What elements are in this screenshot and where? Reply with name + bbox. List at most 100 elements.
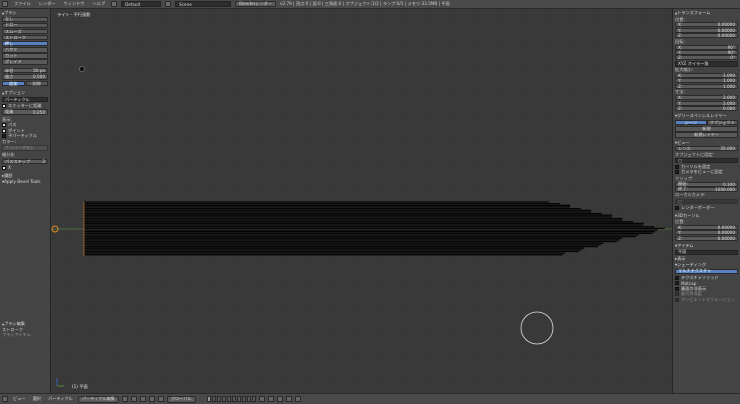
shading-panel-title[interactable]: シェーディング bbox=[675, 262, 738, 268]
grease-new-button[interactable]: 新規 bbox=[675, 126, 738, 132]
cursor-location-field[interactable]: Z: 0.00000 bbox=[675, 235, 738, 241]
rotation-field[interactable]: X: 90° bbox=[675, 44, 738, 50]
brush-item[interactable]: 押し bbox=[2, 41, 48, 47]
snap-icon[interactable] bbox=[258, 396, 265, 402]
cursor-location-field[interactable]: X: 0.00000 bbox=[675, 224, 738, 230]
local-camera-select[interactable]: ▢ bbox=[675, 198, 738, 205]
distance-field[interactable]: 距離 0.250 bbox=[2, 109, 48, 115]
item-name-field[interactable]: 平面 bbox=[675, 249, 738, 255]
scale-axis: X: bbox=[678, 73, 683, 79]
select-mode-path-icon[interactable] bbox=[267, 396, 274, 402]
menu-particle[interactable]: パーティクル bbox=[46, 396, 75, 402]
emitter-distance-checkbox[interactable]: エミッターに距離 bbox=[2, 103, 48, 109]
dimensions-field[interactable]: X: 2.000 bbox=[675, 95, 738, 101]
bevel-tools-panel-title[interactable]: Apply Bevel Tools bbox=[2, 179, 48, 185]
layer-button[interactable] bbox=[216, 396, 221, 402]
render-border-checkbox[interactable]: レンダーボーダー bbox=[675, 205, 738, 211]
shading-checkbox[interactable]: アンビエントオクルージョン bbox=[675, 297, 738, 303]
menu-view[interactable]: ビュー bbox=[11, 396, 28, 402]
radius-field[interactable]: 半径 50 px bbox=[2, 68, 48, 74]
location-field[interactable]: Z: 0.00000 bbox=[675, 33, 738, 39]
brush-item[interactable]: ハサミ bbox=[2, 47, 48, 53]
subtract-button[interactable]: 削除 bbox=[25, 81, 48, 87]
options-panel-title[interactable]: オプション bbox=[2, 90, 48, 96]
add-button[interactable]: 追加 bbox=[2, 81, 25, 87]
rotation-field[interactable]: Z: 0° bbox=[675, 55, 738, 61]
object-icon: ▢ bbox=[678, 158, 682, 164]
shading-icon[interactable] bbox=[121, 396, 128, 402]
rotation-field[interactable]: Y: 90° bbox=[675, 49, 738, 55]
translate-icon[interactable] bbox=[148, 396, 155, 402]
rotate-icon[interactable] bbox=[157, 396, 164, 402]
orientation-select[interactable]: グローバル bbox=[166, 395, 196, 403]
render-engine-select[interactable]: Blenderレンダー bbox=[235, 1, 277, 7]
scale-label: 拡大縮小: bbox=[675, 67, 694, 73]
layer-buttons bbox=[206, 396, 256, 402]
options-mode-select[interactable]: パーティクル bbox=[2, 97, 48, 103]
dimensions-field[interactable]: Z: 0.000 bbox=[675, 105, 738, 111]
object-source-button[interactable]: オブジェクト bbox=[706, 120, 738, 126]
brush-item[interactable]: スムーズ bbox=[2, 29, 48, 35]
layer-button[interactable] bbox=[251, 396, 256, 402]
cursor-location-field[interactable]: Y: 0.00000 bbox=[675, 230, 738, 236]
menu-file[interactable]: ファイル bbox=[12, 1, 33, 7]
3d-cursor-panel-title[interactable]: 3Dカーソル bbox=[675, 213, 738, 219]
grease-pencil-panel-title[interactable]: グリースペンシルレイヤー bbox=[675, 113, 738, 119]
layer-button[interactable] bbox=[241, 396, 246, 402]
render-border-label: レンダーボーダー bbox=[681, 204, 715, 210]
clip-end-field[interactable]: 終了: 1000.000 bbox=[675, 186, 738, 192]
scale-field[interactable]: Y: 1.000 bbox=[675, 78, 738, 84]
x-mirror-checkbox[interactable]: X bbox=[2, 165, 48, 171]
subdiv-field[interactable]: パスステップ 2 bbox=[2, 159, 48, 165]
brush-item[interactable]: カット bbox=[2, 53, 48, 59]
item-panel-title[interactable]: アイテム bbox=[675, 243, 738, 249]
select-mode-tip-icon[interactable] bbox=[285, 396, 292, 402]
dimensions-value: 2.000 bbox=[723, 95, 735, 101]
menu-render[interactable]: レンダー bbox=[37, 1, 58, 7]
layer-button[interactable] bbox=[236, 396, 241, 402]
scale-field[interactable]: X: 1.000 bbox=[675, 73, 738, 79]
layer-button[interactable] bbox=[246, 396, 251, 402]
manipulator-icon[interactable] bbox=[139, 396, 146, 402]
scene-icon[interactable] bbox=[165, 1, 172, 7]
layer-button[interactable] bbox=[231, 396, 236, 402]
scene-source-button[interactable]: シーン bbox=[675, 120, 707, 126]
brush-item[interactable]: グレイド bbox=[2, 59, 48, 65]
checkbox-icon bbox=[675, 170, 679, 175]
brush-item[interactable]: ドロー bbox=[2, 22, 48, 29]
pivot-icon[interactable] bbox=[130, 396, 137, 402]
shading-mode-select[interactable]: マルチテクスチャ bbox=[675, 268, 738, 275]
checkbox-icon bbox=[2, 165, 6, 170]
3d-viewport[interactable]: ライト - 平行投影 (1) 平面 bbox=[51, 9, 672, 393]
checkbox-icon bbox=[675, 297, 679, 302]
scene-field[interactable]: Scene bbox=[175, 1, 232, 7]
dimensions-field[interactable]: Y: 2.000 bbox=[675, 100, 738, 106]
menu-window[interactable]: ウィンドウ bbox=[62, 1, 87, 7]
lock-object-select[interactable]: ▢ bbox=[675, 157, 738, 164]
strength-field[interactable]: 強さ 0.500 bbox=[2, 74, 48, 80]
location-field[interactable]: Y: 0.00000 bbox=[675, 27, 738, 33]
layer-button[interactable] bbox=[226, 396, 231, 402]
menu-select[interactable]: 選択 bbox=[31, 396, 43, 402]
location-field[interactable]: X: 0.00000 bbox=[675, 22, 738, 28]
color-brush-button[interactable]: ナンバーブラシ bbox=[2, 145, 48, 151]
screen-layout-icon[interactable] bbox=[111, 1, 118, 7]
brush-item[interactable]: なし bbox=[2, 16, 48, 23]
layer-button[interactable] bbox=[211, 396, 216, 402]
rotation-mode-select[interactable]: XYZ オイラー角 bbox=[675, 61, 738, 67]
lock-camera-checkbox[interactable]: カメラをビューに固定 bbox=[675, 169, 738, 176]
screen-layout-field[interactable]: Default bbox=[121, 1, 162, 7]
dimensions-axis: Z: bbox=[678, 105, 683, 111]
layer-button[interactable] bbox=[221, 396, 226, 402]
editor-type-icon[interactable] bbox=[2, 396, 8, 402]
select-mode-point-icon[interactable] bbox=[276, 396, 283, 402]
editor-type-icon[interactable] bbox=[2, 1, 8, 7]
brush-item[interactable]: ストローク bbox=[2, 35, 48, 41]
menu-help[interactable]: ヘルプ bbox=[90, 1, 107, 7]
new-layer-button[interactable]: 新規レイヤー bbox=[675, 132, 738, 138]
layer-button[interactable] bbox=[206, 396, 211, 402]
render-icon[interactable] bbox=[294, 396, 301, 402]
lens-field[interactable]: レンズ: 35.000 bbox=[675, 146, 738, 152]
transform-panel-title[interactable]: トランスフォーム bbox=[675, 10, 738, 16]
mode-select[interactable]: パーティクル編集 bbox=[77, 395, 119, 403]
